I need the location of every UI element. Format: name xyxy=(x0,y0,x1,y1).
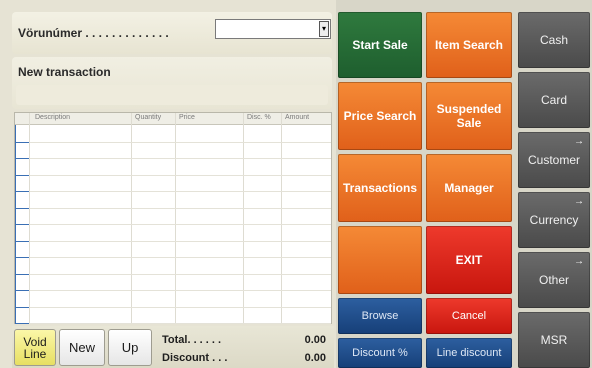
customer-button[interactable]: Customer → xyxy=(518,132,590,188)
column-divider xyxy=(243,113,244,323)
total-label: Total. . . . . . xyxy=(162,334,222,346)
currency-button-label: Currency xyxy=(529,213,579,227)
column-divider xyxy=(175,113,176,323)
line-discount-button[interactable]: Line discount xyxy=(426,338,512,368)
customer-button-label: Customer xyxy=(527,153,580,167)
new-button[interactable]: New xyxy=(59,329,105,366)
row-marker xyxy=(15,323,29,324)
column-header-amount: Amount xyxy=(285,114,310,121)
transaction-panel: Vörunúmer . . . . . . . . . . . . . ▾ Ne… xyxy=(0,0,336,368)
row-marker xyxy=(15,141,29,143)
column-divider xyxy=(281,113,282,323)
submenu-arrow-icon: → xyxy=(574,136,584,147)
function-button-grid: Start Sale Item Search Price Search Susp… xyxy=(336,0,592,368)
transaction-title: New transaction xyxy=(18,65,111,79)
other-button[interactable]: Other → xyxy=(518,252,590,308)
product-number-label: Vörunúmer . . . . . . . . . . . . . xyxy=(18,26,169,40)
transaction-header: New transaction xyxy=(12,57,332,109)
column-header-quantity: Quantity xyxy=(135,114,162,121)
item-search-button[interactable]: Item Search xyxy=(426,12,512,78)
transaction-info-bar xyxy=(16,85,328,105)
up-button[interactable]: Up xyxy=(108,329,152,366)
row-marker xyxy=(15,273,29,275)
table-row-line xyxy=(15,306,331,308)
table-row-line xyxy=(15,240,331,242)
manager-button[interactable]: Manager xyxy=(426,154,512,222)
discount-value: 0.00 xyxy=(304,352,326,364)
void-line-button[interactable]: Void Line xyxy=(14,329,56,366)
currency-button[interactable]: Currency → xyxy=(518,192,590,248)
column-divider xyxy=(131,113,132,323)
submenu-arrow-icon: → xyxy=(574,196,584,207)
table-row-line xyxy=(15,290,331,291)
blank-function-button[interactable] xyxy=(338,226,422,294)
row-marker xyxy=(15,224,29,225)
table-row-line xyxy=(15,158,331,159)
table-row-line xyxy=(15,224,331,225)
product-number-input[interactable]: ▾ xyxy=(215,19,331,39)
table-row-line xyxy=(15,207,331,209)
suspended-sale-button[interactable]: Suspended Sale xyxy=(426,82,512,150)
row-marker xyxy=(15,158,29,159)
column-header-discount: Disc. % xyxy=(247,114,271,121)
card-button[interactable]: Card xyxy=(518,72,590,128)
transactions-button[interactable]: Transactions xyxy=(338,154,422,222)
dropdown-arrow-icon[interactable]: ▾ xyxy=(319,21,329,37)
row-marker xyxy=(15,207,29,209)
cancel-button[interactable]: Cancel xyxy=(426,298,512,334)
browse-button[interactable]: Browse xyxy=(338,298,422,334)
cash-button[interactable]: Cash xyxy=(518,12,590,68)
table-row-line xyxy=(15,174,331,176)
price-search-button[interactable]: Price Search xyxy=(338,82,422,150)
product-number-row: Vörunúmer . . . . . . . . . . . . . ▾ xyxy=(12,12,332,54)
table-row-line xyxy=(15,191,331,192)
row-marker xyxy=(15,306,29,308)
start-sale-button[interactable]: Start Sale xyxy=(338,12,422,78)
row-marker xyxy=(15,290,29,291)
table-row-line xyxy=(15,257,331,258)
table-header: Description Quantity Price Disc. % Amoun… xyxy=(15,113,331,125)
msr-button[interactable]: MSR xyxy=(518,312,590,368)
row-marker xyxy=(15,191,29,192)
table-row-line xyxy=(15,323,331,324)
column-header-description: Description xyxy=(35,114,71,121)
total-value: 0.00 xyxy=(304,334,326,346)
discount-percent-button[interactable]: Discount % xyxy=(338,338,422,368)
discount-label: Discount . . . xyxy=(162,352,228,364)
exit-button[interactable]: EXIT xyxy=(426,226,512,294)
row-marker xyxy=(15,174,29,176)
column-header-price: Price xyxy=(179,114,195,121)
column-divider xyxy=(29,113,30,323)
bottom-bar: Void Line New Up Total. . . . . . 0.00 D… xyxy=(12,326,334,368)
other-button-label: Other xyxy=(538,273,569,287)
table-row-line xyxy=(15,273,331,275)
transaction-lines-table[interactable]: Description Quantity Price Disc. % Amoun… xyxy=(14,112,332,324)
row-marker xyxy=(15,240,29,242)
table-row-line xyxy=(15,141,331,143)
submenu-arrow-icon: → xyxy=(574,256,584,267)
row-marker xyxy=(15,257,29,258)
